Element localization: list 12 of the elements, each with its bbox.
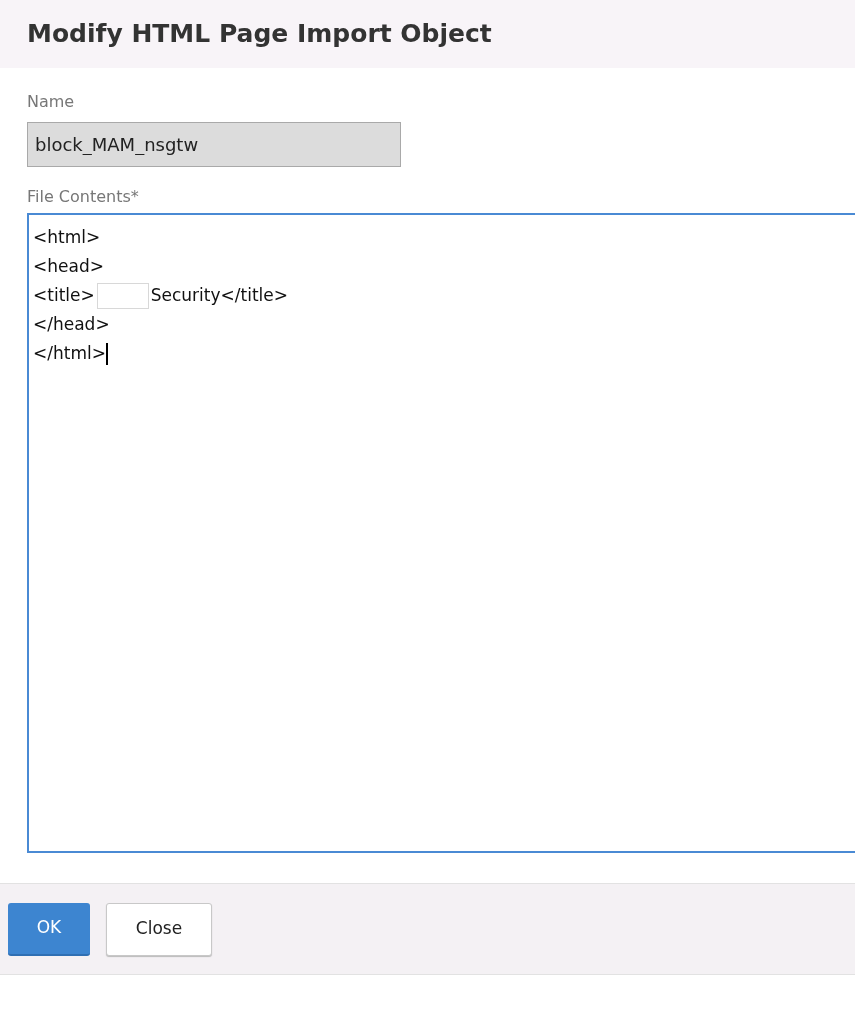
code-line: </head> — [33, 312, 110, 336]
dialog-title: Modify HTML Page Import Object — [27, 18, 492, 51]
file-contents-field[interactable]: <html> <head> <title> Security</title> </head> </html> — [27, 213, 855, 853]
field-label: Name — [27, 94, 76, 110]
code-line: </html> — [33, 341, 106, 365]
code-line: Security</title> — [150, 283, 288, 307]
field-label: File Contents* — [27, 189, 140, 205]
close-button[interactable]: Close — [106, 902, 212, 956]
code-line: <title> — [33, 283, 95, 307]
ok-button[interactable]: OK — [8, 902, 90, 956]
code-line: <head> — [33, 254, 104, 278]
code-line: <html> — [33, 225, 101, 249]
